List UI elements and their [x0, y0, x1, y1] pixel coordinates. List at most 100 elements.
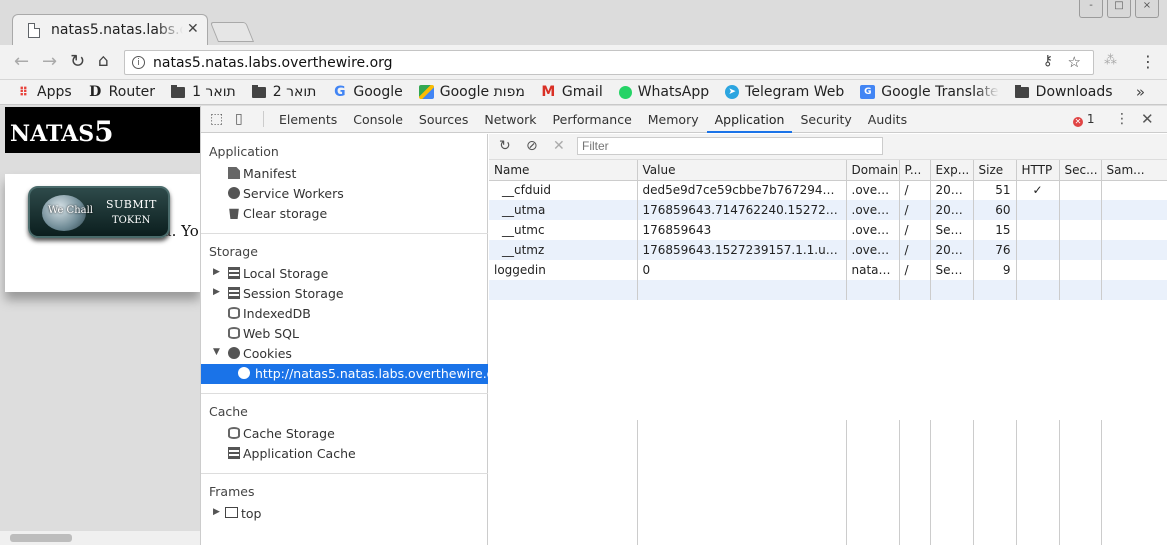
info-icon[interactable]: i	[132, 56, 145, 69]
table-row[interactable]: __utma 176859643.714762240.15272391... .…	[489, 200, 1167, 220]
column-header-secure[interactable]: Sec...	[1059, 160, 1102, 181]
address-bar[interactable]: i natas5.natas.labs.overthewire.org ⚷ ☆	[124, 50, 1094, 75]
maximize-button[interactable]: □	[1107, 0, 1131, 18]
expand-arrow-icon[interactable]: ▶	[213, 507, 220, 517]
sidebar-item-manifest[interactable]: Manifest	[201, 164, 488, 184]
cookie-name[interactable]: __utmz	[489, 240, 638, 260]
inspect-element-icon[interactable]: ⬚	[210, 111, 223, 127]
bookmark-apps[interactable]: ⠿ Apps	[16, 84, 72, 100]
bookmark-whatsapp[interactable]: WhatsApp	[618, 84, 709, 100]
error-counter[interactable]: ✕ 1	[1073, 112, 1094, 127]
cookie-domain[interactable]: .overt...	[846, 180, 900, 200]
expand-arrow-icon[interactable]: ▶	[213, 267, 220, 277]
bookmark-folder-degree1[interactable]: תואר 1	[171, 84, 236, 100]
cookie-name[interactable]: __cfduid	[489, 180, 638, 200]
home-icon[interactable]: ⌂	[98, 51, 109, 71]
refresh-icon[interactable]: ↻	[499, 138, 511, 154]
bookmark-folder-degree2[interactable]: תואר 2	[251, 84, 316, 100]
cookie-expires[interactable]: Ses...	[930, 220, 974, 240]
tab-elements[interactable]: Elements	[271, 106, 345, 133]
tab-network[interactable]: Network	[476, 106, 544, 133]
expand-arrow-icon[interactable]: ▶	[213, 287, 220, 297]
collapse-arrow-icon[interactable]: ▼	[213, 347, 220, 357]
bookmark-telegram[interactable]: ➤ Telegram Web	[725, 84, 844, 100]
bookmark-google-translate[interactable]: G Google Translate	[860, 84, 999, 100]
url-text[interactable]: natas5.natas.labs.overthewire.org	[153, 55, 393, 71]
sidebar-item-service-workers[interactable]: Service Workers	[201, 184, 488, 204]
submit-token-badge[interactable]: We Chall SUBMIT TOKEN	[28, 186, 170, 238]
back-arrow-icon[interactable]: ←	[14, 51, 29, 72]
sidebar-item-cookie-origin[interactable]: http://natas5.natas.labs.overthewire.org	[201, 364, 507, 384]
tab-audits[interactable]: Audits	[860, 106, 915, 133]
cookie-path[interactable]: /	[899, 200, 931, 220]
cookie-value[interactable]: 176859643	[637, 220, 847, 240]
sidebar-item-session-storage[interactable]: ▶ Session Storage	[201, 284, 488, 304]
new-tab-button[interactable]	[209, 22, 255, 42]
horizontal-scrollbar[interactable]	[0, 531, 200, 545]
sidebar-item-local-storage[interactable]: ▶ Local Storage	[201, 264, 488, 284]
clear-all-icon[interactable]: ⊘	[526, 138, 538, 154]
sidebar-item-frame-top[interactable]: ▶ top	[201, 504, 488, 524]
bookmark-router[interactable]: D Router	[88, 84, 155, 100]
bookmark-google-maps[interactable]: Google מפות	[418, 84, 525, 100]
bookmark-gmail[interactable]: M Gmail	[541, 84, 602, 100]
column-header-samesite[interactable]: Sam...	[1101, 160, 1167, 181]
cookie-value[interactable]: 176859643.1527239157.1.1.utmcs...	[637, 240, 847, 260]
table-row[interactable]: loggedin 0 natas... / Ses... 9	[489, 260, 1167, 280]
cookie-domain[interactable]: .overt...	[846, 220, 900, 240]
cookie-path[interactable]: /	[899, 180, 931, 200]
devtools-menu-icon[interactable]: ⋮	[1115, 111, 1129, 127]
cookie-path[interactable]: /	[899, 260, 931, 280]
minimize-button[interactable]: ‑	[1079, 0, 1103, 18]
cookie-expires[interactable]: Ses...	[930, 260, 974, 280]
tab-performance[interactable]: Performance	[545, 106, 640, 133]
cookie-name[interactable]: loggedin	[489, 260, 638, 280]
browser-tab[interactable]: natas5.natas.labs.overthewire.org ✕	[12, 14, 208, 47]
cookie-filter-input[interactable]	[577, 137, 883, 155]
tab-application[interactable]: Application	[706, 106, 793, 133]
delete-selected-icon[interactable]: ✕	[553, 138, 565, 154]
cookie-path[interactable]: /	[899, 240, 931, 260]
table-row[interactable]: __utmz 176859643.1527239157.1.1.utmcs...…	[489, 240, 1167, 260]
device-toggle-icon[interactable]: ▯	[235, 111, 243, 127]
cookie-name[interactable]: __utmc	[489, 220, 638, 240]
cookie-value[interactable]: 176859643.714762240.15272391...	[637, 200, 847, 220]
extension-icon[interactable]: ⁂	[1104, 53, 1117, 68]
cookie-value[interactable]: 0	[637, 260, 847, 280]
bookmark-downloads[interactable]: Downloads	[1014, 84, 1113, 100]
tab-close-icon[interactable]: ✕	[187, 21, 199, 37]
column-header-name[interactable]: Name	[489, 160, 638, 181]
column-header-http[interactable]: HTTP	[1016, 160, 1060, 181]
sidebar-item-cookies[interactable]: ▼ Cookies	[201, 344, 488, 364]
key-icon[interactable]: ⚷	[1043, 53, 1053, 69]
forward-arrow-icon[interactable]: →	[42, 51, 57, 72]
cookie-domain[interactable]: .overt...	[846, 200, 900, 220]
scrollbar-thumb[interactable]	[10, 534, 72, 542]
table-row[interactable]: __utmc 176859643 .overt... / Ses... 15	[489, 220, 1167, 240]
column-header-path[interactable]: P...	[899, 160, 931, 181]
cookie-expires[interactable]: 201...	[930, 180, 974, 200]
cookie-domain[interactable]: natas...	[846, 260, 900, 280]
bookmark-star-icon[interactable]: ☆	[1068, 53, 1081, 71]
devtools-close-icon[interactable]: ✕	[1141, 110, 1154, 128]
reload-icon[interactable]: ↻	[70, 51, 85, 72]
column-header-expires[interactable]: Exp...	[930, 160, 974, 181]
sidebar-item-cache-storage[interactable]: Cache Storage	[201, 424, 488, 444]
column-header-domain[interactable]: Domain	[846, 160, 900, 181]
browser-menu-icon[interactable]: ⋮	[1140, 52, 1156, 71]
cookie-path[interactable]: /	[899, 220, 931, 240]
sidebar-item-application-cache[interactable]: Application Cache	[201, 444, 488, 464]
tab-memory[interactable]: Memory	[640, 106, 707, 133]
tab-console[interactable]: Console	[345, 106, 411, 133]
cookie-expires[interactable]: 202...	[930, 200, 974, 220]
cookie-domain[interactable]: .overt...	[846, 240, 900, 260]
close-window-button[interactable]: ×	[1135, 0, 1159, 18]
table-row[interactable]: __cfduid ded5e9d7ce59cbbe7b767294320c...…	[489, 180, 1167, 200]
column-header-size[interactable]: Size	[973, 160, 1017, 181]
sidebar-item-web-sql[interactable]: Web SQL	[201, 324, 488, 344]
tab-security[interactable]: Security	[792, 106, 859, 133]
cookie-expires[interactable]: 201...	[930, 240, 974, 260]
cookie-value[interactable]: ded5e9d7ce59cbbe7b767294320c...	[637, 180, 847, 200]
sidebar-item-clear-storage[interactable]: Clear storage	[201, 204, 488, 224]
tab-sources[interactable]: Sources	[411, 106, 476, 133]
